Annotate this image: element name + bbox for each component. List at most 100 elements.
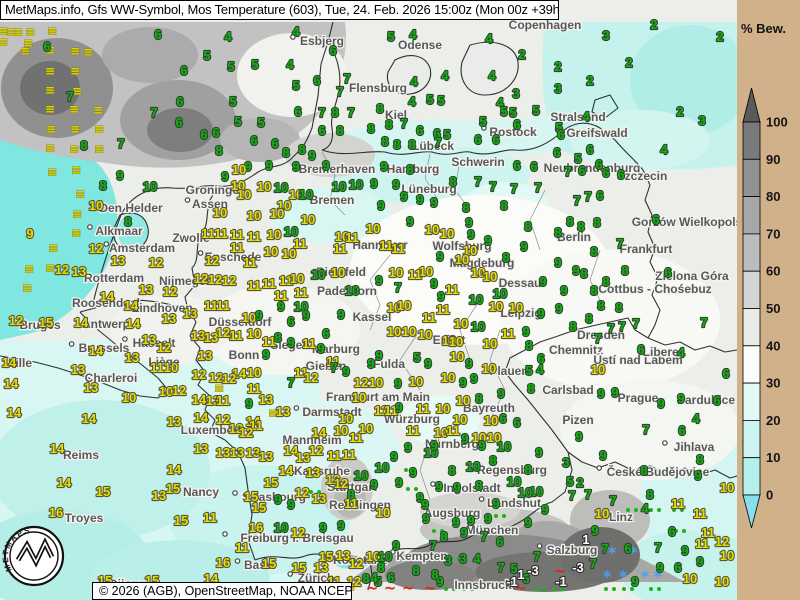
station-temp: 9 bbox=[524, 515, 531, 530]
station-temp: 7 bbox=[336, 84, 343, 99]
station-temp: 7 bbox=[400, 116, 407, 131]
station-temp: 9 bbox=[694, 468, 701, 483]
city-marker-icon bbox=[233, 491, 237, 495]
station-temp: 8 bbox=[524, 219, 531, 234]
haze-icon: ≡ bbox=[45, 261, 55, 275]
station-temp: 6 bbox=[624, 541, 631, 556]
station-temp: 14 bbox=[194, 410, 209, 425]
station-temp: 6 bbox=[294, 104, 301, 119]
station-temp: 16 bbox=[216, 555, 230, 570]
station-temp: 8 bbox=[590, 244, 597, 259]
station-temp: 8 bbox=[593, 215, 600, 230]
station-temp: 6 bbox=[664, 265, 671, 280]
station-temp: 7 bbox=[589, 556, 596, 571]
station-temp: 11 bbox=[216, 298, 230, 313]
station-temp: 13 bbox=[204, 330, 218, 345]
station-temp: 2 bbox=[716, 29, 723, 44]
station-temp: 6 bbox=[322, 326, 329, 341]
station-temp: 2 bbox=[625, 55, 632, 70]
station-temp: 4 bbox=[660, 142, 668, 157]
station-temp: 9 bbox=[395, 400, 402, 415]
drizzle-icon bbox=[649, 587, 653, 591]
station-temp: 7 bbox=[607, 321, 614, 336]
station-temp: 2 bbox=[576, 475, 583, 490]
city-label: Reims bbox=[63, 448, 99, 462]
station-temp: 6 bbox=[578, 163, 585, 178]
station-temp: 8 bbox=[585, 311, 592, 326]
station-temp: 9 bbox=[274, 492, 281, 507]
station-temp: 6 bbox=[496, 534, 503, 549]
city-label: Kempten bbox=[396, 549, 447, 563]
station-temp: 5 bbox=[443, 127, 450, 142]
station-temp: 14 bbox=[7, 405, 22, 420]
station-temp: 6 bbox=[474, 132, 481, 147]
colorbar-tick-label: 100 bbox=[766, 115, 788, 130]
station-temp: 10 bbox=[409, 374, 423, 389]
station-temp: 9 bbox=[342, 364, 349, 379]
station-temp: 4 bbox=[473, 551, 481, 566]
station-temp: 9 bbox=[265, 158, 272, 173]
station-temp: 3 bbox=[459, 551, 466, 566]
station-temp: 4 bbox=[677, 345, 685, 360]
station-temp: 10 bbox=[267, 227, 281, 242]
station-temp: 7 bbox=[568, 488, 575, 503]
station-temp: 8 bbox=[696, 452, 703, 467]
station-temp: 6 bbox=[637, 342, 644, 357]
station-temp: 8 bbox=[448, 463, 455, 478]
city-marker-icon bbox=[88, 225, 92, 229]
station-temp: 10 bbox=[349, 177, 363, 192]
city-label: Brussels bbox=[79, 341, 130, 355]
station-temp: 10 bbox=[354, 468, 368, 483]
station-temp: 14 bbox=[82, 411, 97, 426]
station-temp: -1 bbox=[555, 574, 567, 589]
city-label: Lüneburg bbox=[401, 182, 456, 196]
station-temp: 9 bbox=[681, 543, 688, 558]
station-temp: 13 bbox=[111, 253, 125, 268]
city-label: Pizen bbox=[562, 413, 593, 427]
weather-map[interactable]: ≡≡≡≡≡≡≡≡≡≡≡≡≡≡≡≡≡≡≡≡≡≡≡≡≡≡≡≡≡≡≡≡≡≡≡≡****… bbox=[0, 0, 800, 600]
station-temp: 10 bbox=[311, 267, 325, 282]
station-temp: 6 bbox=[287, 314, 294, 329]
station-temp: 13 bbox=[183, 306, 197, 321]
station-temp: 10 bbox=[425, 222, 439, 237]
station-temp: 7 bbox=[584, 189, 591, 204]
station-temp: 10 bbox=[369, 375, 383, 390]
station-temp: 13 bbox=[84, 380, 98, 395]
station-temp: 13 bbox=[276, 404, 290, 419]
station-temp: 8 bbox=[577, 219, 584, 234]
station-temp: 6 bbox=[596, 188, 603, 203]
station-temp: 9 bbox=[537, 306, 544, 321]
city-label: Linz bbox=[609, 510, 633, 524]
station-temp: 10 bbox=[397, 298, 411, 313]
station-temp: 5 bbox=[437, 93, 444, 108]
station-temp: 6 bbox=[180, 63, 187, 78]
station-temp: 7 bbox=[632, 316, 639, 331]
station-temp: 6 bbox=[722, 366, 729, 381]
station-temp: 4 bbox=[536, 362, 544, 377]
station-temp: 6 bbox=[250, 133, 257, 148]
station-temp: 8 bbox=[590, 283, 597, 298]
station-temp: 15 bbox=[264, 475, 278, 490]
station-temp: 8 bbox=[282, 145, 289, 160]
station-temp: 13 bbox=[152, 488, 166, 503]
city-label: Berlin bbox=[557, 230, 591, 244]
station-temp: 9 bbox=[484, 233, 491, 248]
footer-copyright[interactable]: © 2026 (AGB), OpenStreetMap, NOAA NCEP bbox=[92, 582, 352, 600]
station-temp: 9 bbox=[277, 299, 284, 314]
station-temp: 9 bbox=[572, 263, 579, 278]
station-temp: 5 bbox=[426, 92, 433, 107]
station-temp: -3 bbox=[572, 560, 584, 575]
station-temp: 10 bbox=[440, 226, 454, 241]
station-temp: 3 bbox=[444, 553, 451, 568]
city-marker-icon bbox=[663, 441, 667, 445]
station-temp: 10 bbox=[471, 319, 485, 334]
station-temp: 8 bbox=[566, 214, 573, 229]
station-temp: 11 bbox=[247, 229, 261, 244]
haze-icon: ≡ bbox=[45, 83, 55, 97]
station-temp: 16 bbox=[49, 505, 63, 520]
haze-icon: ≡ bbox=[71, 226, 81, 240]
colorbar-tick-label: 80 bbox=[766, 189, 780, 204]
station-temp: 10 bbox=[455, 252, 469, 267]
station-temp: 10 bbox=[301, 212, 315, 227]
station-temp: 7 bbox=[474, 174, 481, 189]
